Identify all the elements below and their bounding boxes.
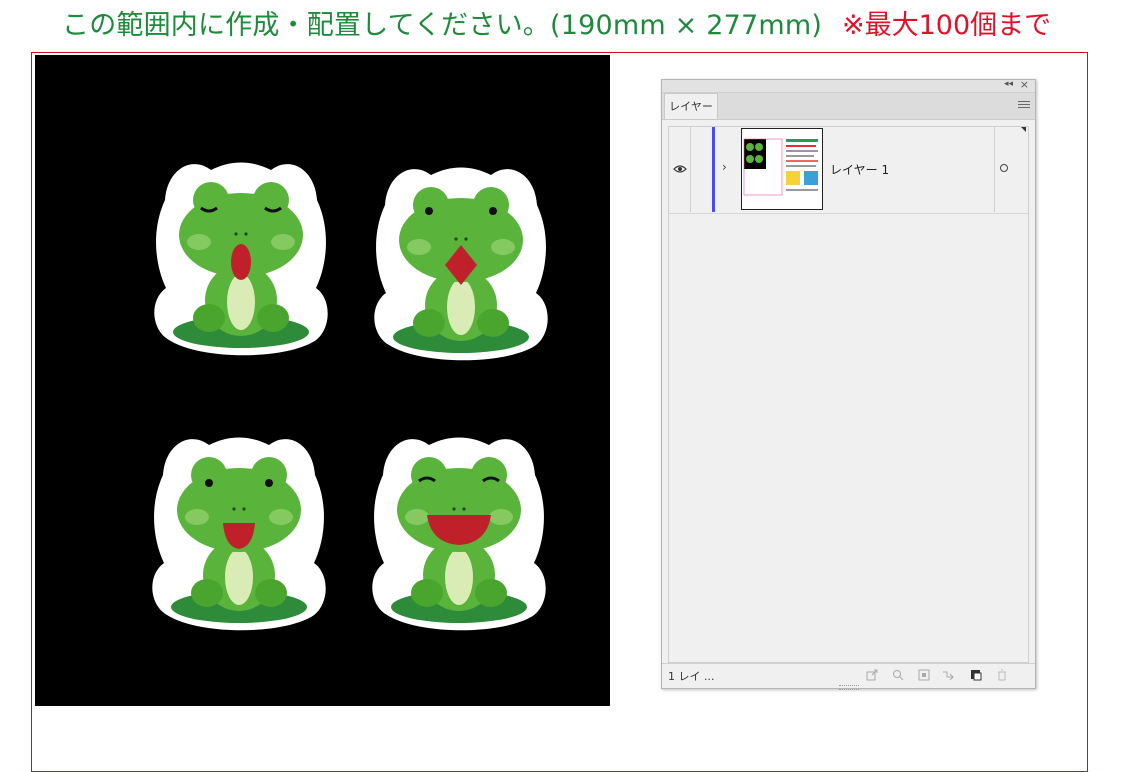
frog-sticker-4 (372, 437, 546, 631)
selection-corner-indicator (1021, 127, 1026, 132)
panel-menu-icon[interactable] (1018, 99, 1030, 111)
frog-sticker-2 (374, 167, 548, 361)
new-sublayer-icon[interactable] (942, 669, 954, 681)
frog-sticker-3 (152, 437, 326, 631)
clipping-mask-icon[interactable] (918, 669, 930, 681)
panel-titlebar[interactable]: ◂◂ × (662, 78, 1035, 93)
layer-thumbnail (741, 128, 823, 210)
tab-layers[interactable]: レイヤー (664, 93, 718, 119)
layers-panel: ◂◂ × レイヤー › レイヤー 1 1 レイ ... (661, 78, 1036, 690)
resize-grip[interactable] (839, 685, 859, 690)
panel-footer: 1 レイ ... (662, 663, 1035, 686)
column-divider (690, 127, 691, 212)
new-layer-icon[interactable] (970, 669, 982, 681)
trash-icon[interactable] (996, 669, 1008, 681)
layers-list: › レイヤー 1 (668, 126, 1029, 663)
layer-name[interactable]: レイヤー 1 (830, 161, 889, 178)
export-icon[interactable] (866, 669, 878, 681)
close-icon[interactable]: × (1020, 78, 1029, 91)
column-divider (994, 127, 995, 212)
limit-note: ※最大100個まで (842, 10, 1052, 41)
frog-sticker-1 (154, 162, 328, 356)
locate-object-icon[interactable] (892, 669, 904, 681)
thumbnail-preview (743, 138, 818, 196)
layer-color-bar (712, 127, 715, 212)
sticker-artwork (152, 162, 548, 631)
layer-count: 1 レイ ... (668, 670, 715, 683)
instruction-header: この範囲内に作成・配置してください。(190mm × 277mm) ※最大100… (0, 6, 1123, 46)
instruction-text: この範囲内に作成・配置してください。(190mm × 277mm) (62, 10, 823, 41)
panel-tab-bar: レイヤー (662, 93, 1035, 120)
visibility-eye-icon[interactable] (672, 157, 688, 181)
collapse-icon[interactable]: ◂◂ (1004, 79, 1013, 89)
artboard-canvas[interactable] (35, 55, 610, 706)
expand-chevron-icon[interactable]: › (722, 160, 727, 174)
target-circle-icon[interactable] (1000, 164, 1008, 172)
layer-row[interactable]: › レイヤー 1 (669, 127, 1028, 214)
